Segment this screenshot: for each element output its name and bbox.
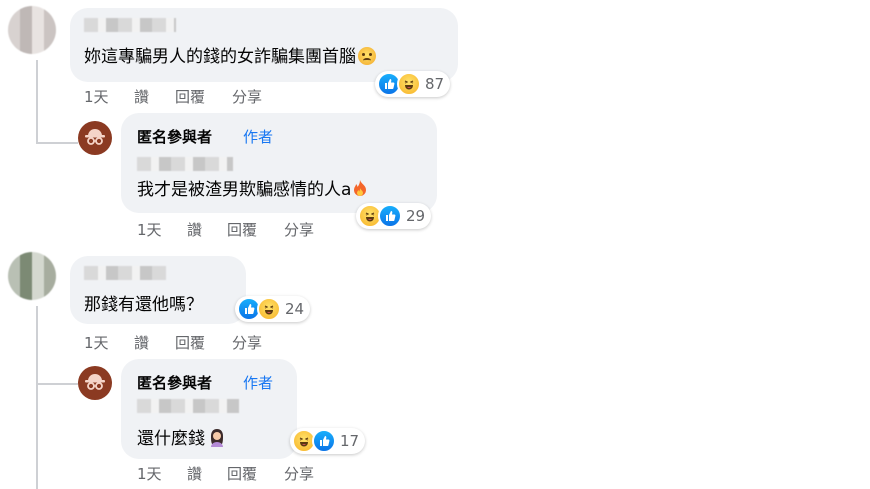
reply-like-action[interactable]: 讚 bbox=[187, 219, 202, 240]
like-icon bbox=[312, 429, 336, 453]
share-action[interactable]: 分享 bbox=[232, 332, 262, 353]
reply-like-action[interactable]: 讚 bbox=[187, 463, 202, 484]
anonymous-participant-icon bbox=[85, 129, 105, 145]
author-badge: 作者 bbox=[243, 374, 274, 392]
reply-reaction-summary[interactable]: 29 bbox=[356, 203, 432, 229]
thread-line-1-branch bbox=[36, 142, 78, 144]
haha-icon bbox=[257, 297, 281, 321]
reply-share-action[interactable]: 分享 bbox=[284, 219, 314, 240]
author-badge: 作者 bbox=[243, 128, 274, 146]
reply-action[interactable]: 回覆 bbox=[175, 332, 205, 353]
reply-time[interactable]: 1天 bbox=[137, 219, 162, 240]
woman-raising-hand-icon bbox=[208, 427, 226, 453]
reaction-summary[interactable]: 87 bbox=[375, 71, 451, 97]
haha-icon bbox=[397, 72, 421, 96]
comment-time[interactable]: 1天 bbox=[84, 86, 109, 107]
anonymous-avatar[interactable] bbox=[78, 366, 112, 400]
share-action[interactable]: 分享 bbox=[232, 86, 262, 107]
commenter-name-blurred[interactable] bbox=[84, 266, 166, 280]
reply-reply-action[interactable]: 回覆 bbox=[227, 219, 257, 240]
cold-sweat-face-icon bbox=[358, 47, 376, 65]
comment-text: 那錢有還他嗎？ bbox=[84, 295, 203, 315]
reply-bubble: 匿名參與者 作者 還什麼錢 bbox=[121, 359, 297, 459]
comment-time[interactable]: 1天 bbox=[84, 332, 109, 353]
reply-text: 我才是被渣男欺騙感情的人a bbox=[137, 179, 368, 203]
reply-bubble: 匿名參與者 作者 我才是被渣男欺騙感情的人a bbox=[121, 113, 437, 213]
reaction-count: 29 bbox=[406, 207, 426, 225]
thread-line-2 bbox=[36, 306, 38, 489]
thread-line-2-branch bbox=[36, 383, 78, 385]
reaction-count: 17 bbox=[340, 432, 360, 450]
reply-reaction-summary[interactable]: 17 bbox=[290, 428, 366, 454]
comment-bubble: 那錢有還他嗎？ bbox=[70, 256, 246, 324]
commenter-avatar[interactable] bbox=[8, 252, 56, 300]
thread-line-1 bbox=[36, 60, 38, 144]
reply-text: 還什麼錢 bbox=[137, 427, 226, 453]
reply-author-name[interactable]: 匿名參與者 bbox=[137, 126, 212, 147]
mentioned-name-blurred[interactable] bbox=[137, 157, 233, 171]
like-icon bbox=[378, 204, 402, 228]
reply-reply-action[interactable]: 回覆 bbox=[227, 463, 257, 484]
reply-text-content: 我才是被渣男欺騙感情的人a bbox=[137, 180, 352, 200]
like-action[interactable]: 讚 bbox=[134, 332, 149, 353]
comment-text-content: 妳這專騙男人的錢的女詐騙集團首腦 bbox=[84, 47, 356, 67]
reply-action[interactable]: 回覆 bbox=[175, 86, 205, 107]
anonymous-avatar[interactable] bbox=[78, 121, 112, 155]
like-action[interactable]: 讚 bbox=[134, 86, 149, 107]
anonymous-participant-icon bbox=[85, 374, 105, 390]
reply-share-action[interactable]: 分享 bbox=[284, 463, 314, 484]
commenter-name-blurred[interactable] bbox=[84, 18, 176, 32]
reply-text-content: 還什麼錢 bbox=[137, 429, 205, 449]
reaction-count: 24 bbox=[285, 300, 305, 318]
reaction-count: 87 bbox=[425, 75, 445, 93]
commenter-avatar[interactable] bbox=[8, 6, 56, 54]
reaction-summary[interactable]: 24 bbox=[235, 296, 311, 322]
mentioned-name-blurred[interactable] bbox=[137, 399, 239, 413]
comment-text: 妳這專騙男人的錢的女詐騙集團首腦 bbox=[84, 46, 376, 68]
fire-icon bbox=[352, 179, 368, 203]
reply-time[interactable]: 1天 bbox=[137, 463, 162, 484]
reply-author-name[interactable]: 匿名參與者 bbox=[137, 372, 212, 393]
